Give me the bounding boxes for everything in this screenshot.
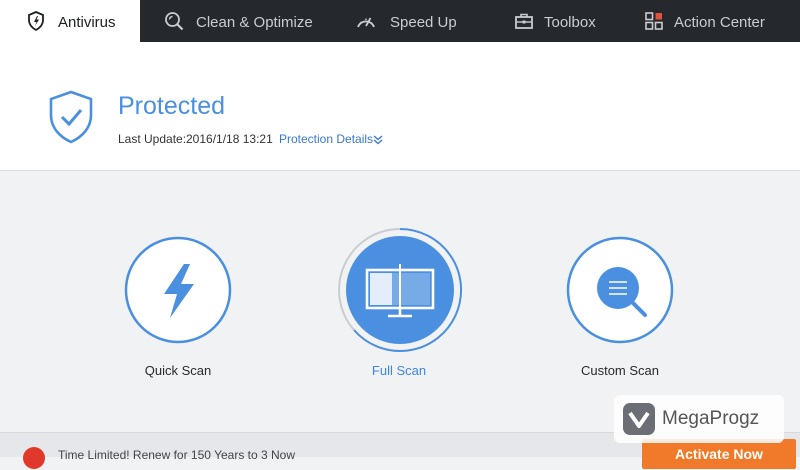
tab-toolbox[interactable]: Toolbox	[476, 0, 608, 42]
megaprogz-logo-icon	[623, 403, 655, 435]
custom-scan-label[interactable]: Custom Scan	[581, 363, 659, 378]
watermark-text: MegaProgz	[662, 408, 760, 429]
quick-scan-label[interactable]: Quick Scan	[145, 363, 211, 378]
shield-icon	[28, 11, 44, 31]
quick-scan-button[interactable]	[124, 236, 232, 344]
toolbox-icon	[515, 13, 533, 29]
double-chevron-down-icon[interactable]	[372, 135, 384, 145]
tab-label: Action Center	[674, 14, 765, 31]
protection-status-panel: Protected Last Update: 2016/1/18 13:21 P…	[0, 42, 800, 171]
clean-magnifier-icon	[165, 12, 184, 31]
tab-speed-up[interactable]: Speed Up	[330, 0, 476, 42]
tab-label: Antivirus	[58, 14, 116, 31]
full-scan-label[interactable]: Full Scan	[372, 363, 426, 378]
main-tab-bar: Antivirus Clean & Optimize Speed Up Tool…	[0, 0, 800, 42]
tab-label: Toolbox	[544, 14, 596, 31]
sale-badge-icon	[23, 447, 45, 469]
status-title: Protected	[118, 92, 226, 120]
last-update-value: 2016/1/18 13:21	[186, 132, 273, 146]
speedometer-icon	[357, 17, 375, 28]
shield-check-icon	[49, 90, 93, 144]
tab-action-center[interactable]: Action Center	[608, 0, 800, 42]
tab-antivirus[interactable]: Antivirus	[0, 0, 140, 42]
custom-scan-button[interactable]	[566, 236, 674, 344]
tab-clean-optimize[interactable]: Clean & Optimize	[140, 0, 330, 42]
tab-label: Speed Up	[390, 14, 457, 31]
grid-icon	[645, 12, 663, 30]
promo-text: Time Limited! Renew for 150 Years to 3 N…	[58, 448, 296, 462]
protection-details-link[interactable]: Protection Details	[279, 132, 373, 146]
last-update-label: Last Update:	[118, 132, 187, 146]
activate-now-button[interactable]: Activate Now	[642, 439, 796, 469]
watermark: MegaProgz	[614, 395, 784, 443]
full-scan-button[interactable]	[334, 224, 466, 356]
tab-label: Clean & Optimize	[196, 14, 313, 31]
